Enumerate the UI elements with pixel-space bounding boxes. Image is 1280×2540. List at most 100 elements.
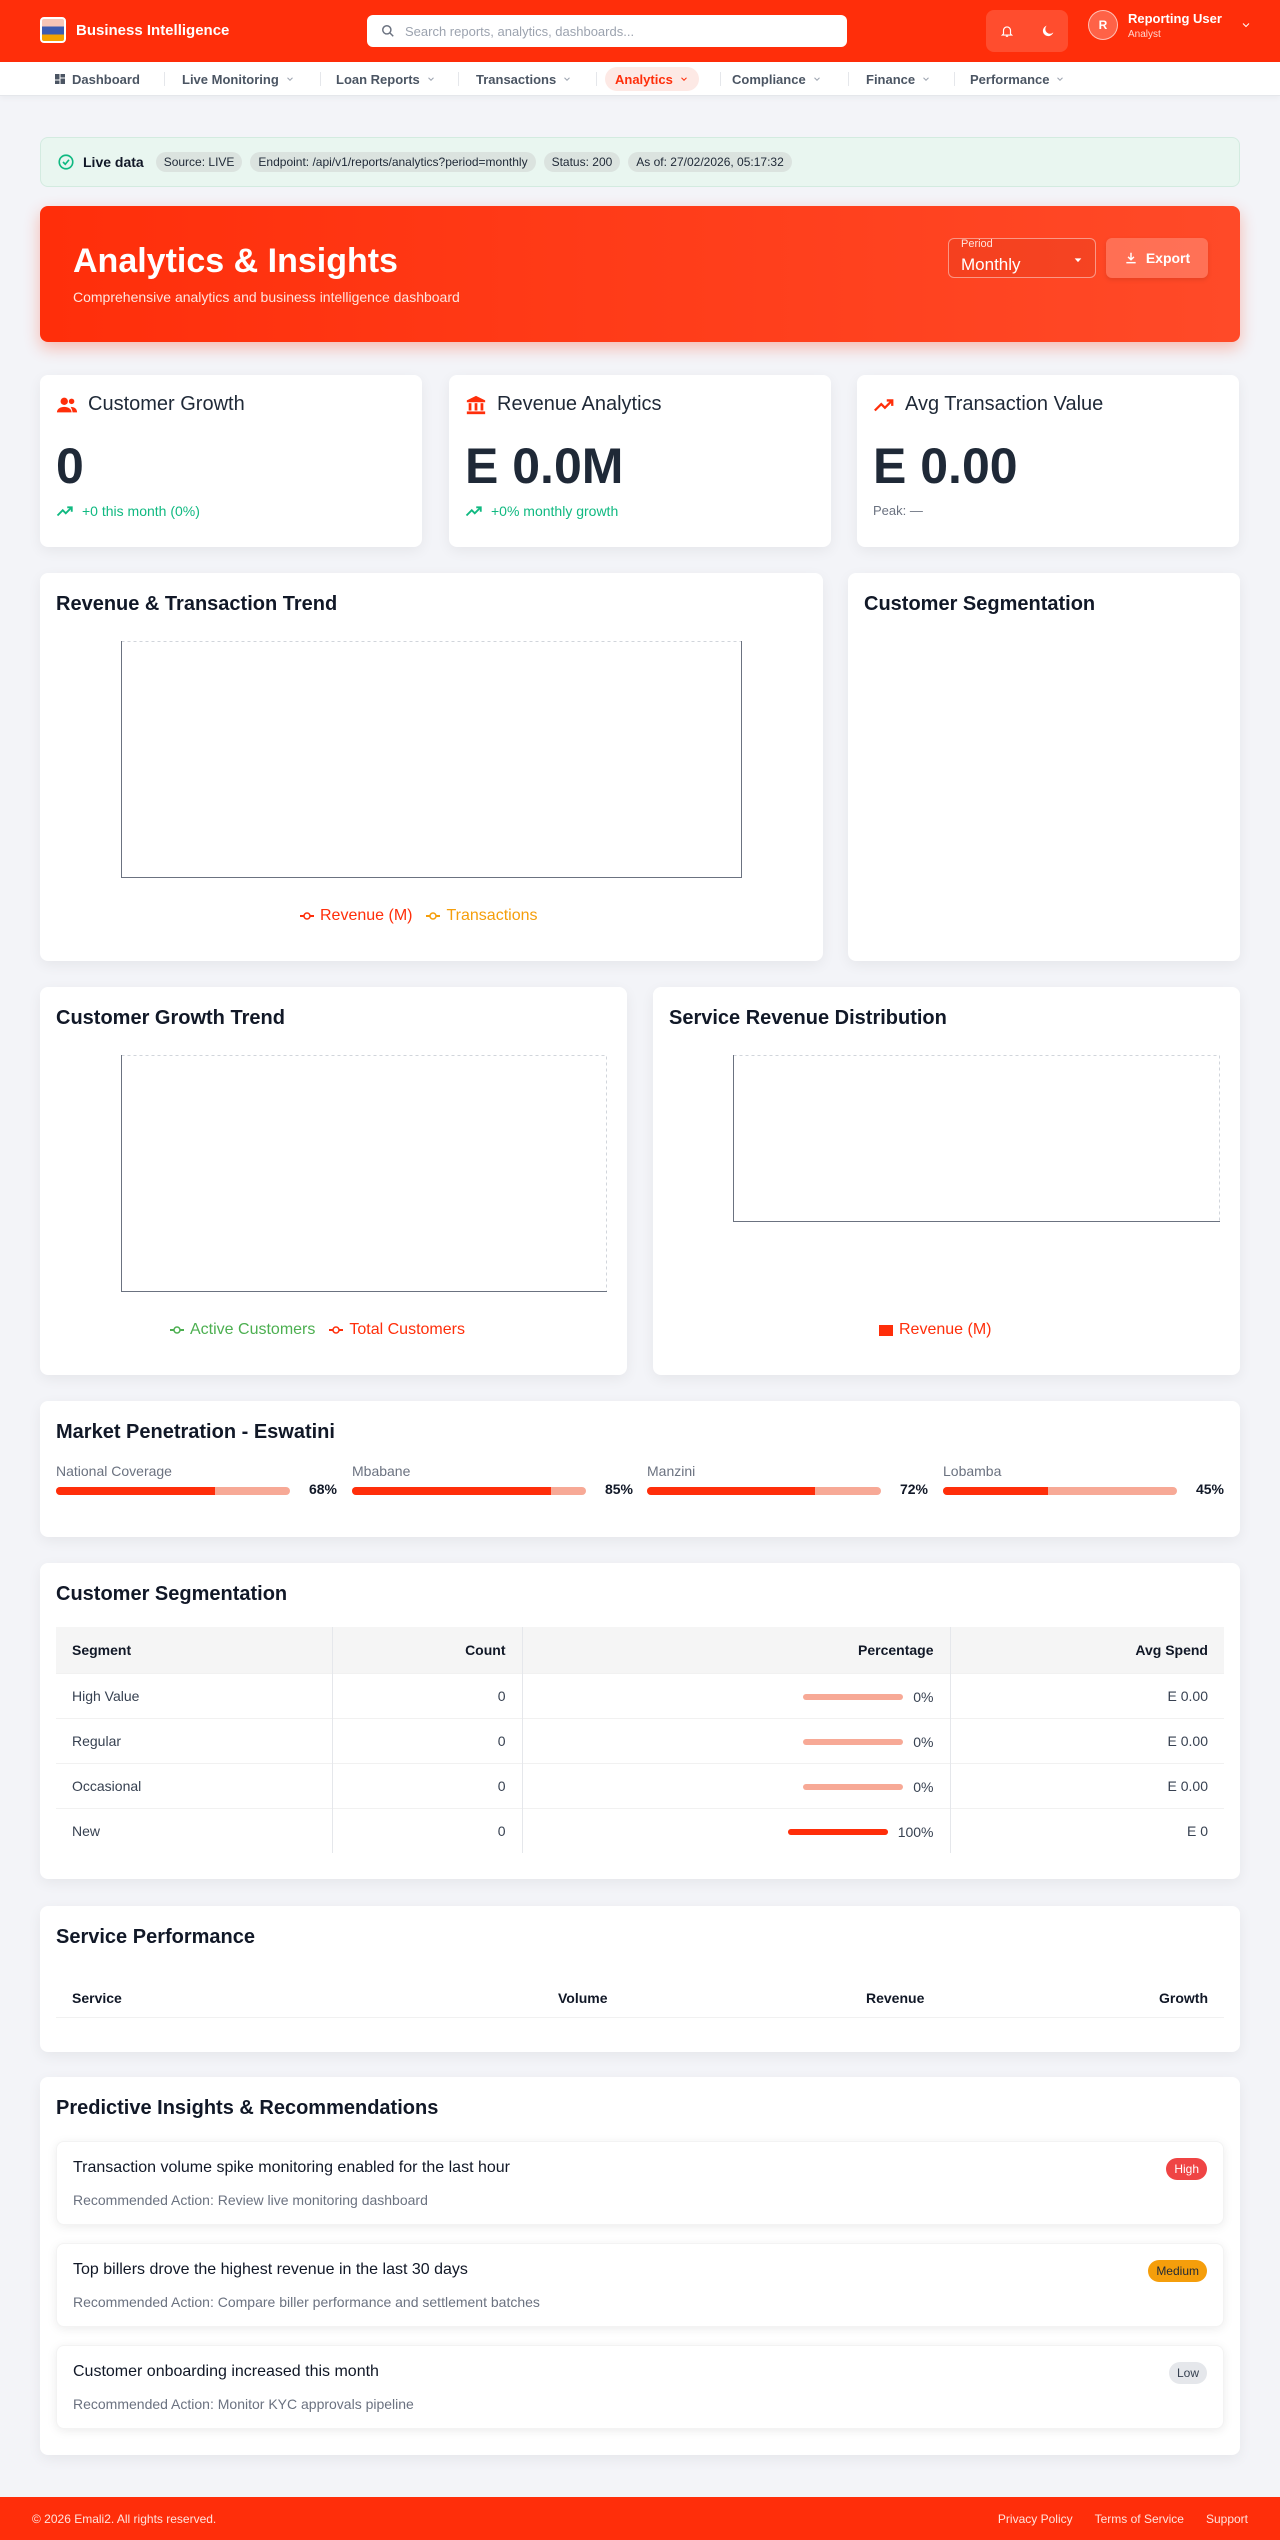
- insight-item[interactable]: Transaction volume spike monitoring enab…: [56, 2141, 1224, 2225]
- legend-transactions[interactable]: Transactions: [426, 907, 537, 925]
- progress-bar: [803, 1738, 904, 1745]
- table-header-row: Service Volume Revenue Growth: [56, 1978, 1224, 2018]
- line-marker-icon: [300, 912, 314, 920]
- terms-link[interactable]: Terms of Service: [1095, 2512, 1184, 2526]
- region-percent: 85%: [604, 1481, 633, 1497]
- card-title: Revenue & Transaction Trend: [56, 593, 338, 615]
- search-box[interactable]: [367, 15, 847, 47]
- segmentation-chart-card: Customer Segmentation: [848, 573, 1240, 961]
- legend-total-customers[interactable]: Total Customers: [329, 1321, 465, 1339]
- privacy-policy-link[interactable]: Privacy Policy: [998, 2512, 1073, 2526]
- nav-label: Finance: [866, 71, 916, 87]
- trending-up-icon: [56, 506, 73, 517]
- insight-title: Customer onboarding increased this month: [73, 2363, 379, 2380]
- support-link[interactable]: Support: [1206, 2512, 1248, 2526]
- market-region: Manzini 72%: [647, 1463, 928, 1497]
- endpoint-chip: Endpoint: /api/v1/reports/analytics?peri…: [250, 152, 536, 172]
- chevron-down-icon: [427, 77, 434, 81]
- stat-value: E 0.0M: [465, 438, 624, 494]
- card-title: Customer Segmentation: [864, 593, 1096, 615]
- trending-up-icon: [465, 506, 482, 517]
- table-row: Regular 0 0% E 0.00: [56, 1717, 1224, 1763]
- table-row: High Value 0 0% E 0.00: [56, 1672, 1224, 1718]
- live-label: Live data: [83, 154, 144, 170]
- column-header[interactable]: Segment: [56, 1627, 333, 1673]
- nav-divider: [320, 72, 321, 86]
- legend-active-customers[interactable]: Active Customers: [170, 1321, 315, 1339]
- user-name: Reporting User: [1128, 10, 1222, 26]
- percentage-cell: 100%: [522, 1807, 951, 1853]
- progress-fill: [56, 1487, 216, 1495]
- chart-legend: Revenue (M) Transactions: [300, 907, 537, 925]
- nav-compliance[interactable]: Compliance: [722, 67, 832, 91]
- top-bar: Business Intelligence R Reporting User A…: [0, 0, 1280, 62]
- notifications-button[interactable]: [992, 16, 1022, 46]
- card-title: Customer Segmentation: [56, 1583, 288, 1605]
- service-revenue-card: Service Revenue Distribution Revenue (M): [653, 987, 1240, 1375]
- brand[interactable]: Business Intelligence: [40, 17, 229, 43]
- column-header[interactable]: Percentage: [522, 1627, 951, 1673]
- insight-action: Recommended Action: Compare biller perfo…: [73, 2294, 540, 2310]
- percentage-cell: 0%: [522, 1762, 951, 1808]
- chevron-down-icon: [923, 77, 929, 81]
- moon-icon: [1042, 25, 1053, 37]
- segment-cell: New: [56, 1807, 333, 1853]
- nav-finance[interactable]: Finance: [856, 67, 941, 91]
- column-header[interactable]: Revenue: [866, 1990, 924, 2006]
- stat-trend-text: +0 this month (0%): [82, 503, 200, 519]
- progress-fill: [943, 1487, 1049, 1495]
- column-header[interactable]: Count: [332, 1627, 523, 1673]
- source-chip: Source: LIVE: [155, 152, 243, 172]
- export-button[interactable]: Export: [1106, 238, 1208, 278]
- region-label: Lobamba: [943, 1463, 1002, 1479]
- nav-analytics[interactable]: Analytics: [605, 67, 699, 91]
- line-marker-icon: [426, 912, 441, 920]
- segment-cell: Regular: [56, 1717, 333, 1763]
- column-header[interactable]: Service: [72, 1990, 122, 2006]
- nav-divider: [458, 72, 459, 86]
- nav-performance[interactable]: Performance: [960, 67, 1075, 91]
- dashboard-icon: [55, 74, 65, 84]
- stat-value: E 0.00: [873, 438, 1018, 494]
- progress-bar: [352, 1487, 586, 1495]
- market-region: National Coverage 68%: [56, 1463, 337, 1497]
- theme-toggle-button[interactable]: [1033, 16, 1063, 46]
- segment-cell: Occasional: [56, 1762, 333, 1808]
- period-select[interactable]: Period Monthly: [948, 238, 1096, 278]
- stat-trend: +0 this month (0%): [56, 503, 200, 519]
- percentage-text: 0%: [913, 1733, 934, 1750]
- progress-fill: [787, 1828, 888, 1835]
- insight-title: Transaction volume spike monitoring enab…: [73, 2159, 510, 2176]
- nav-label: Performance: [970, 71, 1050, 87]
- chart-legend: Active Customers Total Customers: [170, 1321, 465, 1339]
- copyright: © 2026 Emali2. All rights reserved.: [32, 2512, 217, 2526]
- legend-revenue[interactable]: Revenue (M): [300, 907, 412, 925]
- revenue-analytics-card: Revenue Analytics E 0.0M +0% monthly gro…: [449, 375, 831, 547]
- service-performance-card: Service Performance Service Volume Reven…: [40, 1906, 1240, 2052]
- insight-title: Top billers drove the highest revenue in…: [73, 2261, 468, 2278]
- nav-transactions[interactable]: Transactions: [466, 67, 582, 91]
- market-region: Lobamba 45%: [943, 1463, 1224, 1497]
- stat-title: Avg Transaction Value: [905, 393, 1104, 415]
- insight-item[interactable]: Customer onboarding increased this month…: [56, 2345, 1224, 2429]
- check-circle-icon: [58, 154, 74, 170]
- nav-loan-reports[interactable]: Loan Reports: [326, 67, 446, 91]
- app-title: Business Intelligence: [76, 21, 230, 39]
- progress-bar: [647, 1487, 881, 1495]
- column-header[interactable]: Avg Spend: [950, 1627, 1224, 1673]
- main-nav: Dashboard Live Monitoring Loan Reports T…: [0, 62, 1280, 96]
- user-menu[interactable]: R Reporting User Analyst: [1088, 10, 1252, 40]
- insight-item[interactable]: Top billers drove the highest revenue in…: [56, 2243, 1224, 2327]
- column-header[interactable]: Volume: [558, 1990, 608, 2006]
- priority-badge: Medium: [1148, 2260, 1207, 2282]
- legend-label: Total Customers: [349, 1321, 465, 1338]
- card-title: Customer Growth Trend: [56, 1007, 285, 1029]
- column-header[interactable]: Growth: [1159, 1990, 1208, 2006]
- nav-dashboard[interactable]: Dashboard: [44, 67, 150, 91]
- line-marker-icon: [329, 1326, 344, 1334]
- nav-live-monitoring[interactable]: Live Monitoring: [172, 67, 305, 91]
- card-title: Market Penetration - Eswatini: [56, 1421, 335, 1443]
- user-role: Analyst: [1128, 28, 1161, 40]
- search-input[interactable]: [405, 23, 825, 39]
- legend-revenue[interactable]: Revenue (M): [879, 1321, 991, 1339]
